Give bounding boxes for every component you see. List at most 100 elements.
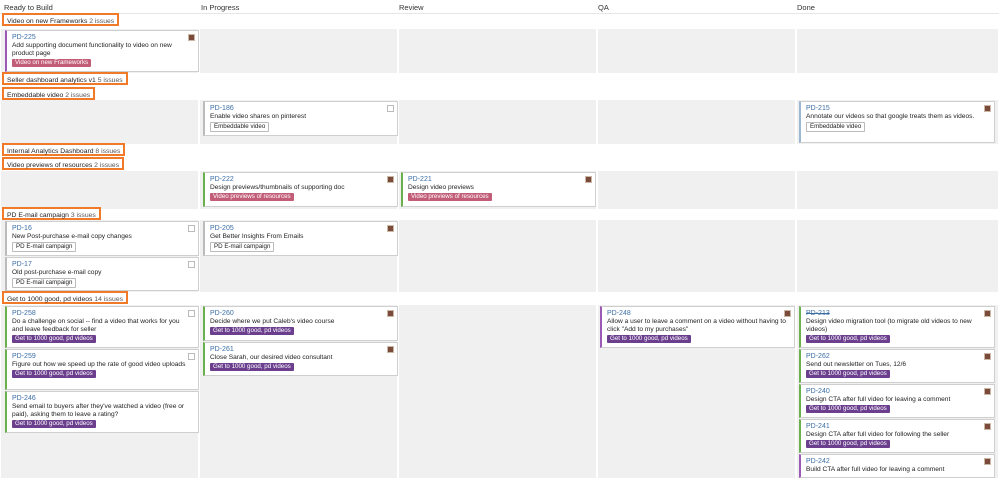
swimlane-video-previews-of-resources[interactable]: Video previews of resources 2 issues xyxy=(2,157,125,170)
issue-summary: Figure out how we speed up the rate of g… xyxy=(12,361,186,368)
epic-label: PD E-mail campaign xyxy=(210,242,275,252)
issue-summary: Design CTA after full video for followin… xyxy=(806,431,950,438)
avatar xyxy=(387,310,394,317)
issue-card[interactable]: PD-221 Design video previews Video previ… xyxy=(401,172,596,207)
issue-key[interactable]: PD-225 xyxy=(12,33,194,42)
avatar xyxy=(984,353,991,360)
issue-summary: Close Sarah, our desired video consultan… xyxy=(210,354,333,361)
issue-summary: Enable video shares on pinterest xyxy=(210,113,307,120)
issue-summary: Design video previews xyxy=(408,184,474,191)
issue-key[interactable]: PD-260 xyxy=(210,309,393,318)
issue-summary: Allow a user to leave a comment on a vid… xyxy=(607,318,786,333)
issue-card[interactable]: PD-241 Design CTA after full video for f… xyxy=(799,419,995,453)
issue-card[interactable]: PD-260 Decide where we put Caleb's video… xyxy=(203,306,398,341)
issue-summary: New Post-purchase e-mail copy changes xyxy=(12,233,132,240)
issue-card[interactable]: PD-240 Design CTA after full video for l… xyxy=(799,384,995,418)
issue-summary: Design CTA after full video for leaving … xyxy=(806,396,951,403)
epic-label: Get to 1000 good, pd videos xyxy=(12,420,96,428)
epic-label: Video previews of resources xyxy=(408,193,492,201)
avatar xyxy=(387,176,394,183)
issue-key[interactable]: PD-17 xyxy=(12,260,194,269)
avatar xyxy=(188,310,195,317)
avatar xyxy=(984,310,991,317)
issue-card[interactable]: PD-215 Annotate our videos so that googl… xyxy=(799,101,995,143)
issue-card[interactable]: PD-225 Add supporting document functiona… xyxy=(5,30,199,72)
avatar xyxy=(188,261,195,268)
issue-key[interactable]: PD-246 xyxy=(12,394,194,403)
avatar xyxy=(387,346,394,353)
column-header-review: Review xyxy=(399,3,424,12)
epic-label: Get to 1000 good, pd videos xyxy=(806,335,890,343)
issue-summary: Build CTA after full video for leaving a… xyxy=(806,466,945,473)
issue-key[interactable]: PD-242 xyxy=(806,457,990,466)
epic-label: Video on new Frameworks xyxy=(12,59,92,67)
column-header-in-progress: In Progress xyxy=(201,3,240,12)
issue-key[interactable]: PD-248 xyxy=(607,309,790,318)
issue-card[interactable]: PD-213 Design video migration tool (to m… xyxy=(799,306,995,348)
issue-card[interactable]: PD-17 Old post-purchase e-mail copy PD E… xyxy=(5,257,199,291)
swimlane-embeddable-video[interactable]: Embeddable video 2 issues xyxy=(2,87,96,100)
issue-card[interactable]: PD-186 Enable video shares on pinterest … xyxy=(203,101,398,136)
epic-label: Embeddable video xyxy=(806,122,866,132)
issue-summary: Design previews/thumbnails of supporting… xyxy=(210,184,345,191)
issue-card[interactable]: PD-258 Do a challenge on social -- find … xyxy=(5,306,199,348)
issue-key[interactable]: PD-221 xyxy=(408,175,591,184)
issue-summary: Design video migration tool (to migrate … xyxy=(806,318,972,333)
issue-summary: Annotate our videos so that google treat… xyxy=(806,113,975,120)
issue-key[interactable]: PD-213 xyxy=(806,309,990,318)
issue-card[interactable]: PD-242 Build CTA after full video for le… xyxy=(799,454,995,478)
issue-card[interactable]: PD-16 New Post-purchase e-mail copy chan… xyxy=(5,221,199,256)
epic-label: Video previews of resources xyxy=(210,193,294,201)
issue-card[interactable]: PD-259 Figure out how we speed up the ra… xyxy=(5,349,199,390)
swimlane-video-on-new-frameworks[interactable]: Video on new Frameworks 2 issues xyxy=(2,13,120,26)
avatar xyxy=(585,176,592,183)
epic-label: Get to 1000 good, pd videos xyxy=(12,370,96,378)
avatar xyxy=(188,353,195,360)
issue-summary: Send out newsletter on Tues, 12/6 xyxy=(806,361,907,368)
issue-key[interactable]: PD-240 xyxy=(806,387,990,396)
epic-label: PD E-mail campaign xyxy=(12,278,77,288)
avatar xyxy=(387,225,394,232)
issue-key[interactable]: PD-215 xyxy=(806,104,990,113)
epic-label: Get to 1000 good, pd videos xyxy=(806,405,890,413)
avatar xyxy=(188,34,195,41)
avatar xyxy=(188,225,195,232)
issue-key[interactable]: PD-259 xyxy=(12,352,194,361)
issue-summary: Add supporting document functionality to… xyxy=(12,42,172,57)
swimlane-get-to-1000-videos[interactable]: Get to 1000 good, pd videos 14 issues xyxy=(2,291,129,304)
issue-card[interactable]: PD-262 Send out newsletter on Tues, 12/6… xyxy=(799,349,995,383)
issue-summary: Decide where we put Caleb's video course xyxy=(210,318,335,325)
epic-label: Get to 1000 good, pd videos xyxy=(607,335,691,343)
issue-key[interactable]: PD-16 xyxy=(12,224,194,233)
avatar xyxy=(984,423,991,430)
column-header-done: Done xyxy=(797,3,815,12)
issue-key[interactable]: PD-222 xyxy=(210,175,393,184)
issue-key[interactable]: PD-186 xyxy=(210,104,393,113)
swimlane-pd-email-campaign[interactable]: PD E-mail campaign 3 issues xyxy=(2,207,101,220)
issue-key[interactable]: PD-262 xyxy=(806,352,990,361)
issue-card[interactable]: PD-205 Get Better Insights From Emails P… xyxy=(203,221,398,256)
issue-key[interactable]: PD-205 xyxy=(210,224,393,233)
issue-summary: Old post-purchase e-mail copy xyxy=(12,269,102,276)
avatar xyxy=(784,310,791,317)
swimlane-internal-analytics-dashboard[interactable]: Internal Analytics Dashboard 8 issues xyxy=(2,143,126,156)
issue-summary: Send email to buyers after they've watch… xyxy=(12,403,185,418)
swimlane-seller-dashboard-analytics[interactable]: Seller dashboard analytics v1 5 issues xyxy=(2,72,128,85)
issue-card[interactable]: PD-246 Send email to buyers after they'v… xyxy=(5,391,199,433)
epic-label: Get to 1000 good, pd videos xyxy=(12,335,96,343)
epic-label: Embeddable video xyxy=(210,122,270,132)
epic-label: Get to 1000 good, pd videos xyxy=(210,363,294,371)
issue-summary: Get Better Insights From Emails xyxy=(210,233,304,240)
column-header-qa: QA xyxy=(598,3,609,12)
column-header-ready-to-build: Ready to Build xyxy=(4,3,53,12)
issue-card[interactable]: PD-248 Allow a user to leave a comment o… xyxy=(600,306,795,348)
issue-card[interactable]: PD-222 Design previews/thumbnails of sup… xyxy=(203,172,398,207)
issue-card[interactable]: PD-261 Close Sarah, our desired video co… xyxy=(203,342,398,376)
epic-label: PD E-mail campaign xyxy=(12,242,77,252)
epic-label: Get to 1000 good, pd videos xyxy=(806,370,890,378)
issue-key[interactable]: PD-241 xyxy=(806,422,990,431)
issue-key[interactable]: PD-258 xyxy=(12,309,194,318)
epic-label: Get to 1000 good, pd videos xyxy=(210,327,294,335)
avatar xyxy=(984,105,991,112)
issue-key[interactable]: PD-261 xyxy=(210,345,393,354)
